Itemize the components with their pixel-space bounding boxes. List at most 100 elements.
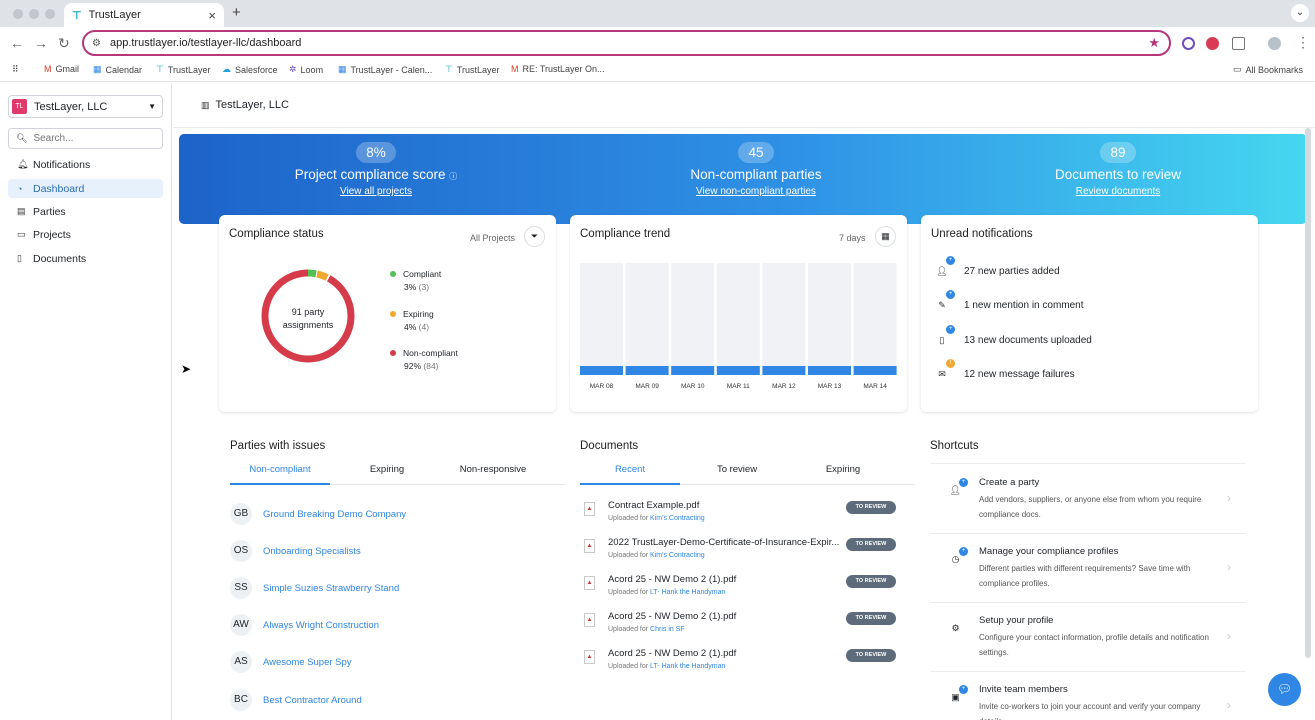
chart-bar[interactable]: [580, 366, 623, 375]
party-row[interactable]: OS Onboarding Specialists: [230, 540, 361, 562]
close-tab-icon[interactable]: ×: [208, 8, 216, 23]
browser-menu-icon[interactable]: ⋮: [1296, 34, 1310, 51]
filter-icon[interactable]: ⏷: [524, 226, 545, 247]
document-row[interactable]: ▲ Acord 25 - NW Demo 2 (1).pdf Uploaded …: [580, 611, 897, 639]
document-row[interactable]: ▲ Acord 25 - NW Demo 2 (1).pdf Uploaded …: [580, 574, 897, 602]
search-input[interactable]: 🔍︎ Search...: [8, 128, 163, 149]
address-bar[interactable]: ⚙ app.trustlayer.io/testlayer-llc/dashbo…: [82, 30, 1171, 56]
sidebar-item-documents[interactable]: ▯ Documents: [8, 249, 163, 268]
project-filter-label[interactable]: All Projects: [470, 233, 515, 243]
card-title: Compliance status: [229, 228, 324, 240]
bookmark-star-icon[interactable]: ★: [1148, 35, 1160, 51]
tab-non-compliant[interactable]: Non-compliant: [230, 464, 330, 475]
document-name[interactable]: Acord 25 - NW Demo 2 (1).pdf: [608, 574, 843, 585]
bookmark-item[interactable]: ▦ TrustLayer - Calen...: [338, 64, 432, 75]
document-name[interactable]: 2022 TrustLayer-Demo-Certificate-of-Insu…: [608, 537, 843, 548]
bookmark-item[interactable]: M Gmail: [44, 64, 79, 74]
range-label[interactable]: 7 days: [839, 233, 866, 243]
warning-badge-icon: !: [946, 359, 955, 368]
notification-item[interactable]: ✉! 12 new message failures: [931, 359, 1075, 386]
party-row[interactable]: AS Awesome Super Spy: [230, 651, 352, 673]
document-name[interactable]: Acord 25 - NW Demo 2 (1).pdf: [608, 611, 843, 622]
party-row[interactable]: BC Best Contractor Around: [230, 689, 362, 711]
sidebar-item-notifications[interactable]: 🔔︎ Notifications: [8, 155, 163, 174]
party-row[interactable]: SS Simple Suzies Strawberry Stand: [230, 577, 399, 599]
page-scrollbar[interactable]: [1305, 128, 1311, 658]
bookmark-item[interactable]: ▦ Calendar: [93, 64, 142, 75]
chart-bar[interactable]: [671, 366, 715, 375]
document-name[interactable]: Acord 25 - NW Demo 2 (1).pdf: [608, 648, 843, 659]
view-non-compliant-parties-link[interactable]: View non-compliant parties: [581, 186, 931, 197]
sidebar-item-projects[interactable]: ▭ Projects: [8, 225, 163, 244]
chart-bar[interactable]: [853, 366, 897, 375]
party-link[interactable]: Awesome Super Spy: [263, 657, 352, 668]
chat-launcher-button[interactable]: 💬︎: [1268, 673, 1301, 706]
extensions-puzzle-icon[interactable]: [1232, 37, 1245, 50]
chart-bar[interactable]: [808, 366, 851, 375]
bookmark-item[interactable]: ✲ Loom: [289, 64, 323, 75]
close-window-button[interactable]: [13, 9, 23, 19]
extension-icon[interactable]: [1182, 37, 1195, 50]
party-link[interactable]: Always Wright Construction: [263, 620, 379, 631]
party-link[interactable]: Ground Breaking Demo Company: [263, 509, 406, 520]
reload-icon[interactable]: ↻: [58, 35, 70, 52]
shortcut-create-party[interactable]: 👤︎ + Create a party Add vendors, supplier…: [930, 465, 1246, 534]
browser-tab[interactable]: ⊤ TrustLayer ×: [64, 3, 224, 27]
tab-search-icon[interactable]: ⌄: [1291, 4, 1309, 22]
chart-bar[interactable]: [625, 366, 669, 375]
tab-non-responsive[interactable]: Non-responsive: [443, 464, 543, 475]
all-bookmarks[interactable]: ▭ All Bookmarks: [1233, 64, 1303, 75]
chart-bar[interactable]: [716, 366, 760, 375]
tab-recent[interactable]: Recent: [580, 464, 680, 475]
bookmark-item[interactable]: ⊤ TrustLayer: [445, 64, 500, 75]
card-title: Unread notifications: [931, 228, 1033, 240]
new-tab-icon[interactable]: +: [232, 4, 241, 21]
profile-avatar[interactable]: [1268, 37, 1281, 50]
party-link[interactable]: Simple Suzies Strawberry Stand: [263, 583, 399, 594]
extension-icon[interactable]: [1206, 37, 1219, 50]
active-tab-indicator: [230, 483, 330, 485]
tab-expiring[interactable]: Expiring: [793, 464, 893, 475]
org-badge: TL: [12, 99, 27, 114]
bookmark-item[interactable]: ☁ Salesforce: [222, 64, 278, 75]
minimize-window-button[interactable]: [29, 9, 39, 19]
document-name[interactable]: Contract Example.pdf: [608, 500, 843, 511]
info-icon[interactable]: ⓘ: [449, 172, 457, 181]
sidebar-item-parties[interactable]: ▤ Parties: [8, 202, 163, 221]
document-row[interactable]: ▲ Acord 25 - NW Demo 2 (1).pdf Uploaded …: [580, 648, 897, 676]
x-tick-label: MAR 12: [772, 383, 796, 390]
url-text[interactable]: app.trustlayer.io/testlayer-llc/dashboar…: [110, 37, 301, 49]
document-row[interactable]: ▲ 2022 TrustLayer-Demo-Certificate-of-In…: [580, 537, 897, 565]
chart-bar[interactable]: [762, 366, 806, 375]
view-all-projects-link[interactable]: View all projects: [201, 186, 551, 197]
back-icon[interactable]: ←: [10, 35, 24, 51]
review-documents-link[interactable]: Review documents: [943, 186, 1293, 197]
notification-item[interactable]: ✎ + 1 new mention in comment: [931, 290, 1084, 317]
pdf-icon: ▲: [584, 650, 595, 664]
party-row[interactable]: AW Always Wright Construction: [230, 614, 379, 636]
apps-grid-icon[interactable]: ⠿: [12, 64, 19, 75]
forward-icon[interactable]: →: [34, 35, 48, 51]
bookmark-item[interactable]: ⊤ TrustLayer: [156, 64, 211, 75]
shortcut-invite-team[interactable]: ▣ + Invite team members Invite co-workers…: [930, 672, 1246, 720]
notification-item[interactable]: 👤︎ + 27 new parties added: [931, 256, 1060, 283]
orange-dot-icon: [390, 311, 396, 317]
party-link[interactable]: Best Contractor Around: [263, 695, 362, 706]
bookmark-item[interactable]: M RE: TrustLayer On...: [511, 64, 605, 74]
search-icon: 🔍︎: [16, 133, 28, 143]
calendar-icon[interactable]: ▦: [875, 226, 896, 247]
site-info-icon[interactable]: ⚙: [92, 38, 101, 49]
unread-notifications-card: Unread notifications 👤︎ + 27 new parties …: [921, 215, 1258, 412]
breadcrumb-org[interactable]: TestLayer, LLC: [216, 99, 289, 111]
shortcut-compliance-profiles[interactable]: ◷ + Manage your compliance profiles Diffe…: [930, 534, 1246, 603]
document-row[interactable]: ▲ Contract Example.pdf Uploaded for Kim'…: [580, 500, 897, 528]
shortcut-setup-profile[interactable]: ⚙ Setup your profile Configure your cont…: [930, 603, 1246, 672]
party-row[interactable]: GB Ground Breaking Demo Company: [230, 503, 406, 525]
sidebar-item-dashboard[interactable]: ◔ Dashboard: [8, 179, 163, 198]
notification-item[interactable]: ▯ + 13 new documents uploaded: [931, 325, 1092, 352]
tab-to-review[interactable]: To review: [687, 464, 787, 475]
org-switcher[interactable]: TL TestLayer, LLC ▼: [8, 95, 163, 118]
tab-expiring[interactable]: Expiring: [337, 464, 437, 475]
party-link[interactable]: Onboarding Specialists: [263, 546, 361, 557]
maximize-window-button[interactable]: [45, 9, 55, 19]
